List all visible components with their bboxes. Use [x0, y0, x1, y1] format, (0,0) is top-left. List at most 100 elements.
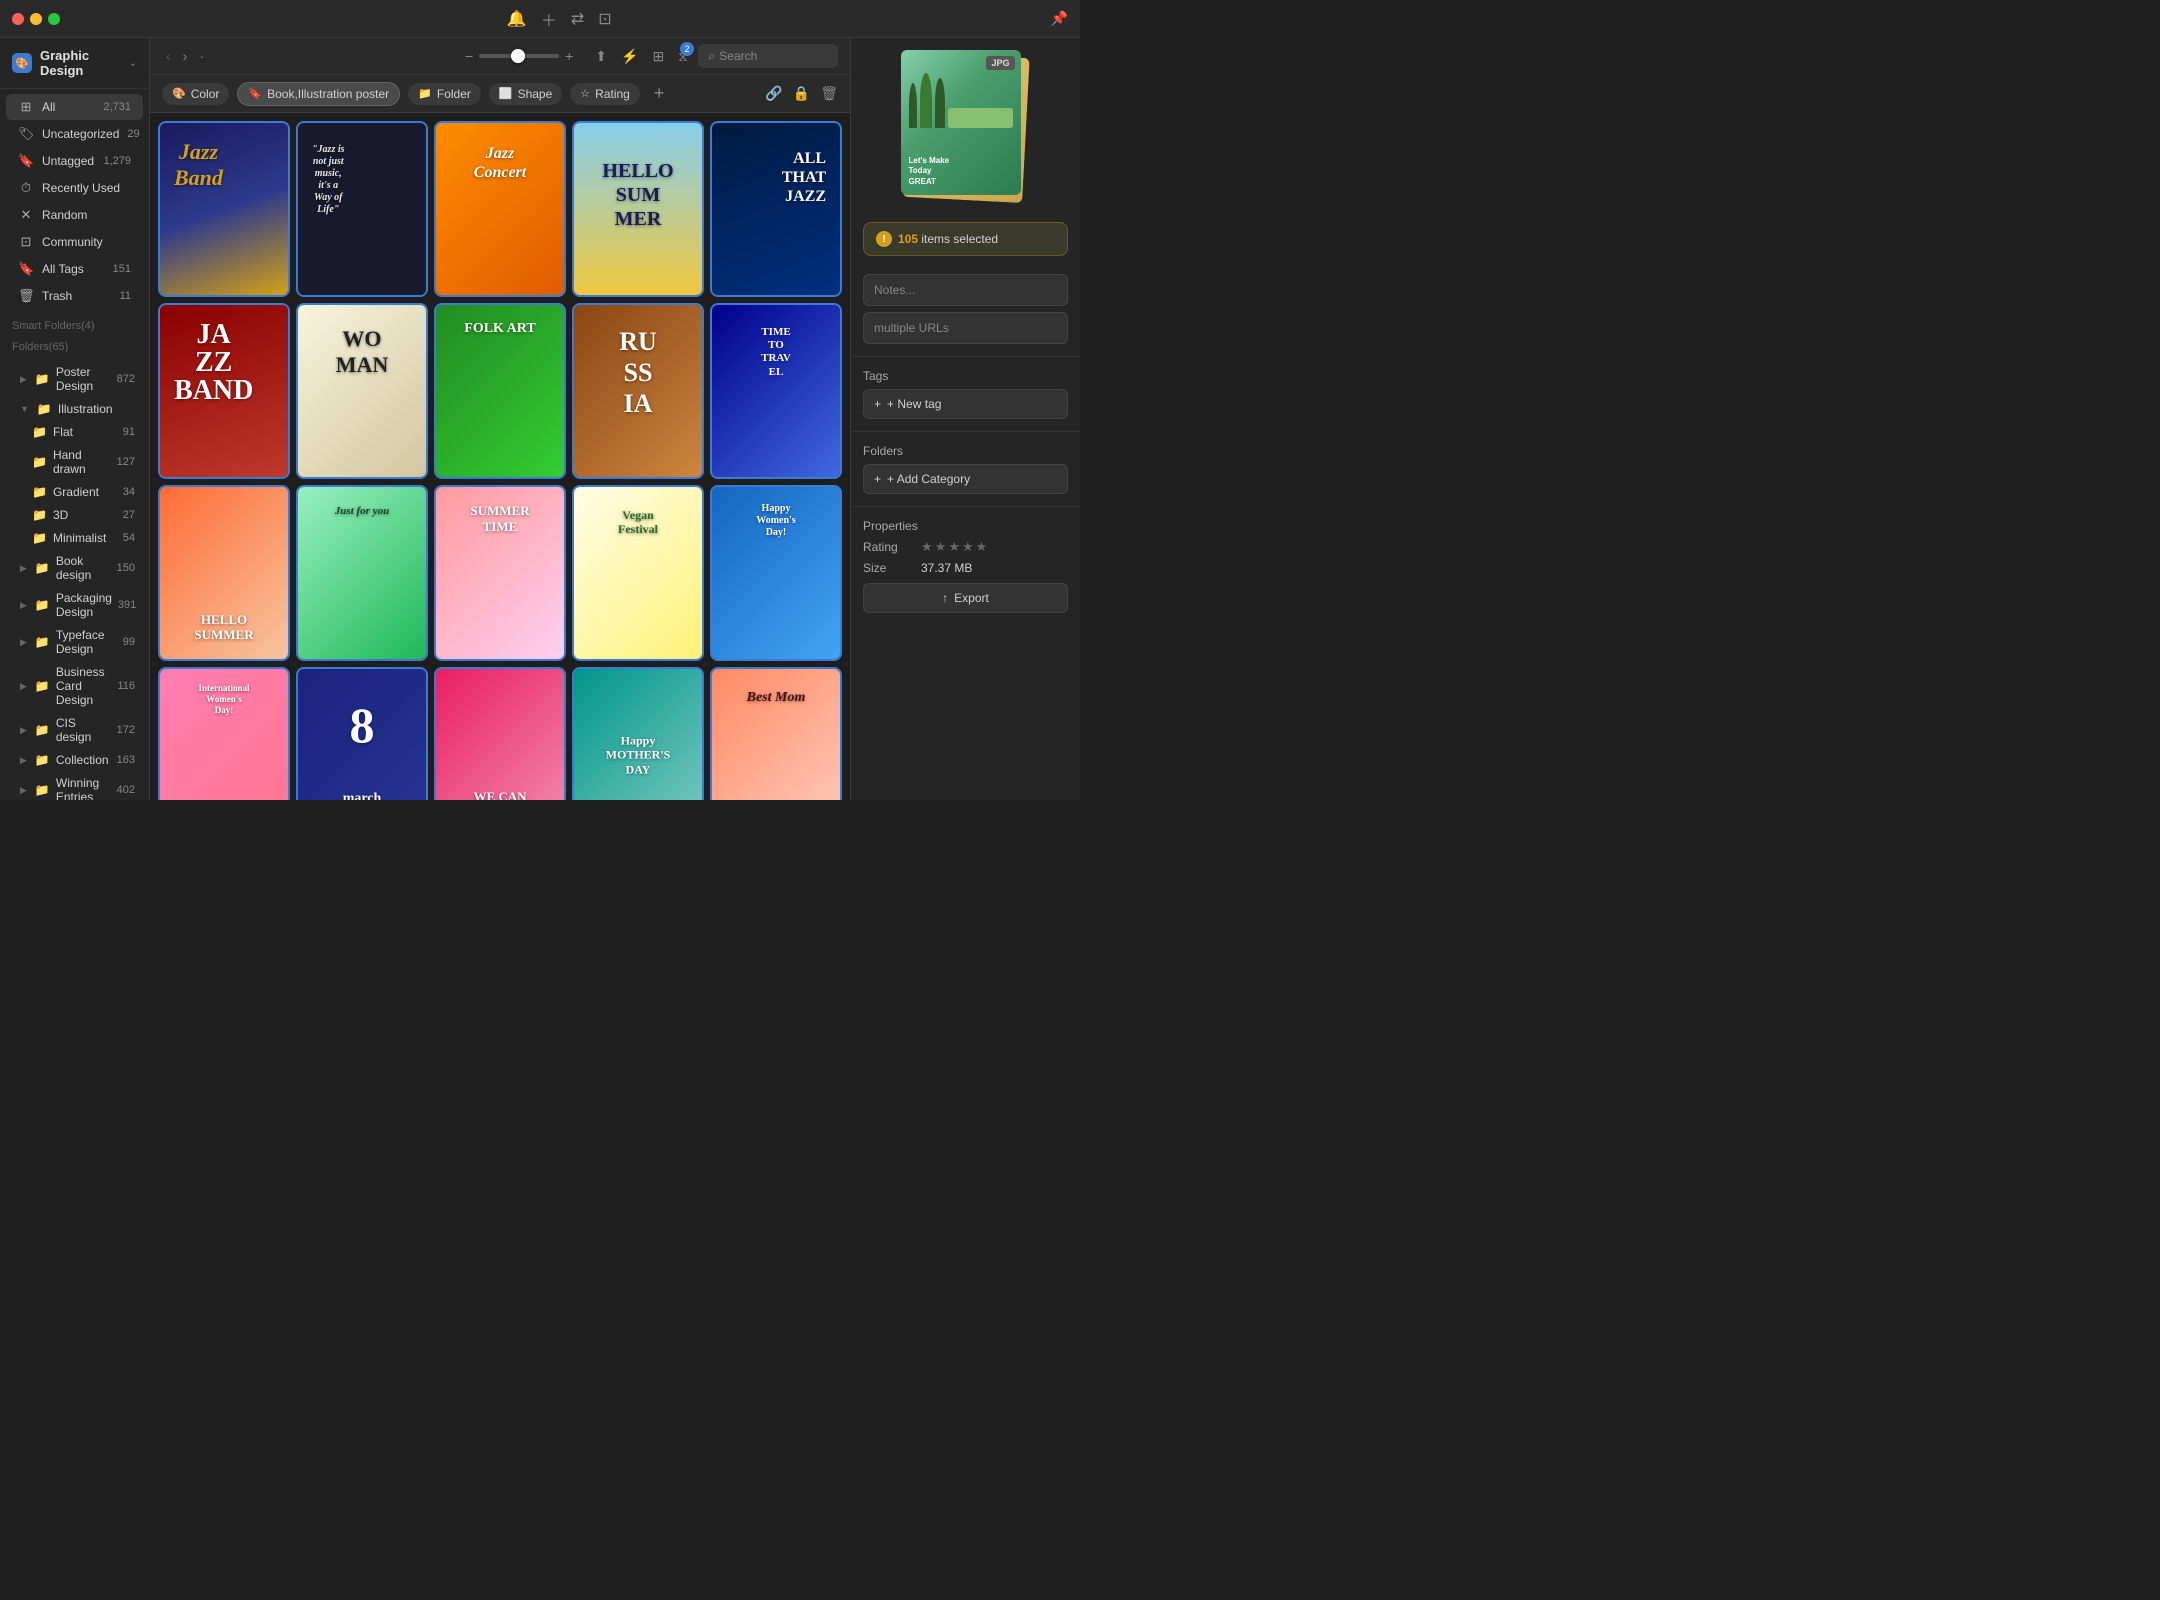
subfolder-gradient[interactable]: 📁 Gradient 34	[6, 481, 143, 503]
community-icon: ⊡	[18, 234, 34, 250]
folder-winning-label: Winning Entries	[56, 776, 111, 800]
folder-chip-icon: 📁	[418, 87, 432, 100]
star-1[interactable]: ★	[921, 539, 933, 555]
star-4[interactable]: ★	[962, 539, 974, 555]
grid-area[interactable]: JazzBand "Jazz isnot justmusic,it's aWay…	[150, 113, 850, 800]
filter-lock2-button[interactable]: 🔒	[793, 85, 810, 102]
rating-row: Rating ★ ★ ★ ★ ★	[863, 539, 1068, 555]
selection-info: ! 105 items selected	[863, 222, 1068, 256]
subfolder-3d[interactable]: 📁 3D 27	[6, 504, 143, 526]
grid-item[interactable]: InternationalWomen's Day!	[158, 667, 290, 800]
filter-chip-rating[interactable]: ☆ Rating	[570, 83, 640, 105]
grid-item[interactable]: WOMAN	[296, 303, 428, 479]
sidebar-item-recently-used[interactable]: ⏱ Recently Used	[6, 175, 143, 201]
notification-icon[interactable]: 🔔	[507, 9, 527, 29]
zoom-out-button[interactable]: −	[465, 48, 473, 64]
filter-lock1-button[interactable]: 🔗	[765, 85, 782, 102]
filter-chip-shape[interactable]: ⬜ Shape	[489, 83, 562, 105]
share-button[interactable]: ⬆	[593, 46, 609, 67]
filter-chip-color[interactable]: 🎨 Color	[162, 83, 229, 105]
grid-item[interactable]: 8march	[296, 667, 428, 800]
sidebar-item-community[interactable]: ⊡ Community	[6, 229, 143, 255]
grid-item[interactable]: RUSSIA	[572, 303, 704, 479]
folder-illustration[interactable]: ▼ 📁 Illustration	[6, 398, 143, 420]
new-tag-button[interactable]: + + New tag	[863, 389, 1068, 419]
zoom-thumb[interactable]	[511, 49, 525, 63]
subfolder-hand-drawn[interactable]: 📁 Hand drawn 127	[6, 444, 143, 480]
zoom-in-button[interactable]: +	[565, 48, 573, 64]
grid-item[interactable]: Best Mom	[710, 667, 842, 800]
grid-item[interactable]: HappyMOTHER'SDAY	[572, 667, 704, 800]
sidebar: 🎨 Graphic Design ⌄ ⊞ All 2,731 🏷 Uncateg…	[0, 38, 150, 800]
back-button[interactable]: ‹	[162, 46, 175, 66]
dot-button[interactable]: ·	[195, 46, 208, 66]
chevron-right-tf-icon: ▶	[20, 637, 27, 648]
folders-panel-label: Folders	[863, 444, 1068, 458]
divider-properties	[851, 506, 1080, 507]
grid-item[interactable]: HELLOSUMMER	[158, 485, 290, 661]
rating-stars[interactable]: ★ ★ ★ ★ ★	[921, 539, 987, 555]
add-filter-button[interactable]: +	[648, 81, 671, 106]
search-input[interactable]	[719, 49, 819, 63]
add-icon[interactable]: ＋	[541, 7, 557, 31]
export-button[interactable]: ↑ Export	[863, 583, 1068, 613]
grid-item[interactable]: FOLK ART	[434, 303, 566, 479]
lightning-button[interactable]: ⚡	[619, 46, 640, 67]
folder-winning[interactable]: ▶ 📁 Winning Entries 402	[6, 772, 143, 800]
folder-collection[interactable]: ▶ 📁 Collection 163	[6, 749, 143, 771]
grid-item[interactable]: "Jazz isnot justmusic,it's aWay ofLife"	[296, 121, 428, 297]
add-category-button[interactable]: + + Add Category	[863, 464, 1068, 494]
refresh-icon[interactable]: ⇄	[571, 9, 584, 29]
folder-business-card[interactable]: ▶ 📁 Business Card Design 116	[6, 661, 143, 711]
folder-typeface[interactable]: ▶ 📁 Typeface Design 99	[6, 624, 143, 660]
grid-item[interactable]: SUMMERTIME	[434, 485, 566, 661]
notes-field[interactable]: Notes...	[863, 274, 1068, 306]
star-2[interactable]: ★	[935, 539, 947, 555]
grid-item[interactable]: HELLOSUMMER	[572, 121, 704, 297]
sidebar-item-uncategorized[interactable]: 🏷 Uncategorized 29	[6, 121, 143, 147]
tags-section: Tags + + New tag	[851, 361, 1080, 427]
grid-item[interactable]: HappyWomen'sDay!	[710, 485, 842, 661]
grid-item[interactable]: WE CANDO IT!	[434, 667, 566, 800]
filter-chip-folder[interactable]: 📁 Folder	[408, 83, 481, 105]
sidebar-item-all[interactable]: ⊞ All 2,731	[6, 94, 143, 120]
folder-poster-design[interactable]: ▶ 📁 Poster Design 872	[6, 361, 143, 397]
sidebar-item-all-tags[interactable]: 🔖 All Tags 151	[6, 256, 143, 282]
window-icon[interactable]: ⊡	[598, 9, 611, 29]
grid-item[interactable]: JazzBand	[158, 121, 290, 297]
grid-item[interactable]: JazzConcert	[434, 121, 566, 297]
folders-label: Folders(65)	[0, 335, 149, 356]
folder-packaging[interactable]: ▶ 📁 Packaging Design 391	[6, 587, 143, 623]
sidebar-item-all-label: All	[42, 100, 95, 114]
grid-item[interactable]: ALLTHATJAZZ	[710, 121, 842, 297]
pin-icon[interactable]: 📌	[1051, 10, 1068, 27]
maximize-button[interactable]	[48, 13, 60, 25]
url-field[interactable]: multiple URLs	[863, 312, 1068, 344]
folder-packaging-label: Packaging Design	[56, 591, 112, 619]
grid-button[interactable]: ⊞	[650, 46, 666, 67]
grid-item[interactable]: VeganFestival	[572, 485, 704, 661]
sidebar-item-trash[interactable]: 🗑 Trash 11	[6, 283, 143, 309]
folder-cis[interactable]: ▶ 📁 CIS design 172	[6, 712, 143, 748]
search-bar[interactable]: ⌕	[698, 44, 838, 68]
sidebar-item-untagged[interactable]: 🔖 Untagged 1,279	[6, 148, 143, 174]
star-5[interactable]: ★	[976, 539, 988, 555]
grid-item[interactable]: JAZZBAND	[158, 303, 290, 479]
zoom-slider[interactable]	[479, 54, 559, 58]
subfolder-minimalist[interactable]: 📁 Minimalist 54	[6, 527, 143, 549]
grid-item[interactable]: TIMETOTRAVEL	[710, 303, 842, 479]
filter-badge-button[interactable]: ⧖ 2	[676, 46, 690, 67]
sidebar-header[interactable]: 🎨 Graphic Design ⌄	[0, 38, 149, 89]
minimize-button[interactable]	[30, 13, 42, 25]
subfolder-flat[interactable]: 📁 Flat 91	[6, 421, 143, 443]
filter-delete-button[interactable]: 🗑	[820, 85, 838, 102]
folder-book-design[interactable]: ▶ 📁 Book design 150	[6, 550, 143, 586]
star-3[interactable]: ★	[948, 539, 960, 555]
filter-chip-book[interactable]: 🔖 Book,Illustration poster	[237, 82, 400, 106]
grid-item[interactable]: Just for you	[296, 485, 428, 661]
close-button[interactable]	[12, 13, 24, 25]
navigation-controls: ‹ › ·	[162, 46, 208, 66]
forward-button[interactable]: ›	[179, 46, 192, 66]
sidebar-item-random[interactable]: ✕ Random	[6, 202, 143, 228]
filter-chip-shape-label: Shape	[518, 87, 553, 101]
